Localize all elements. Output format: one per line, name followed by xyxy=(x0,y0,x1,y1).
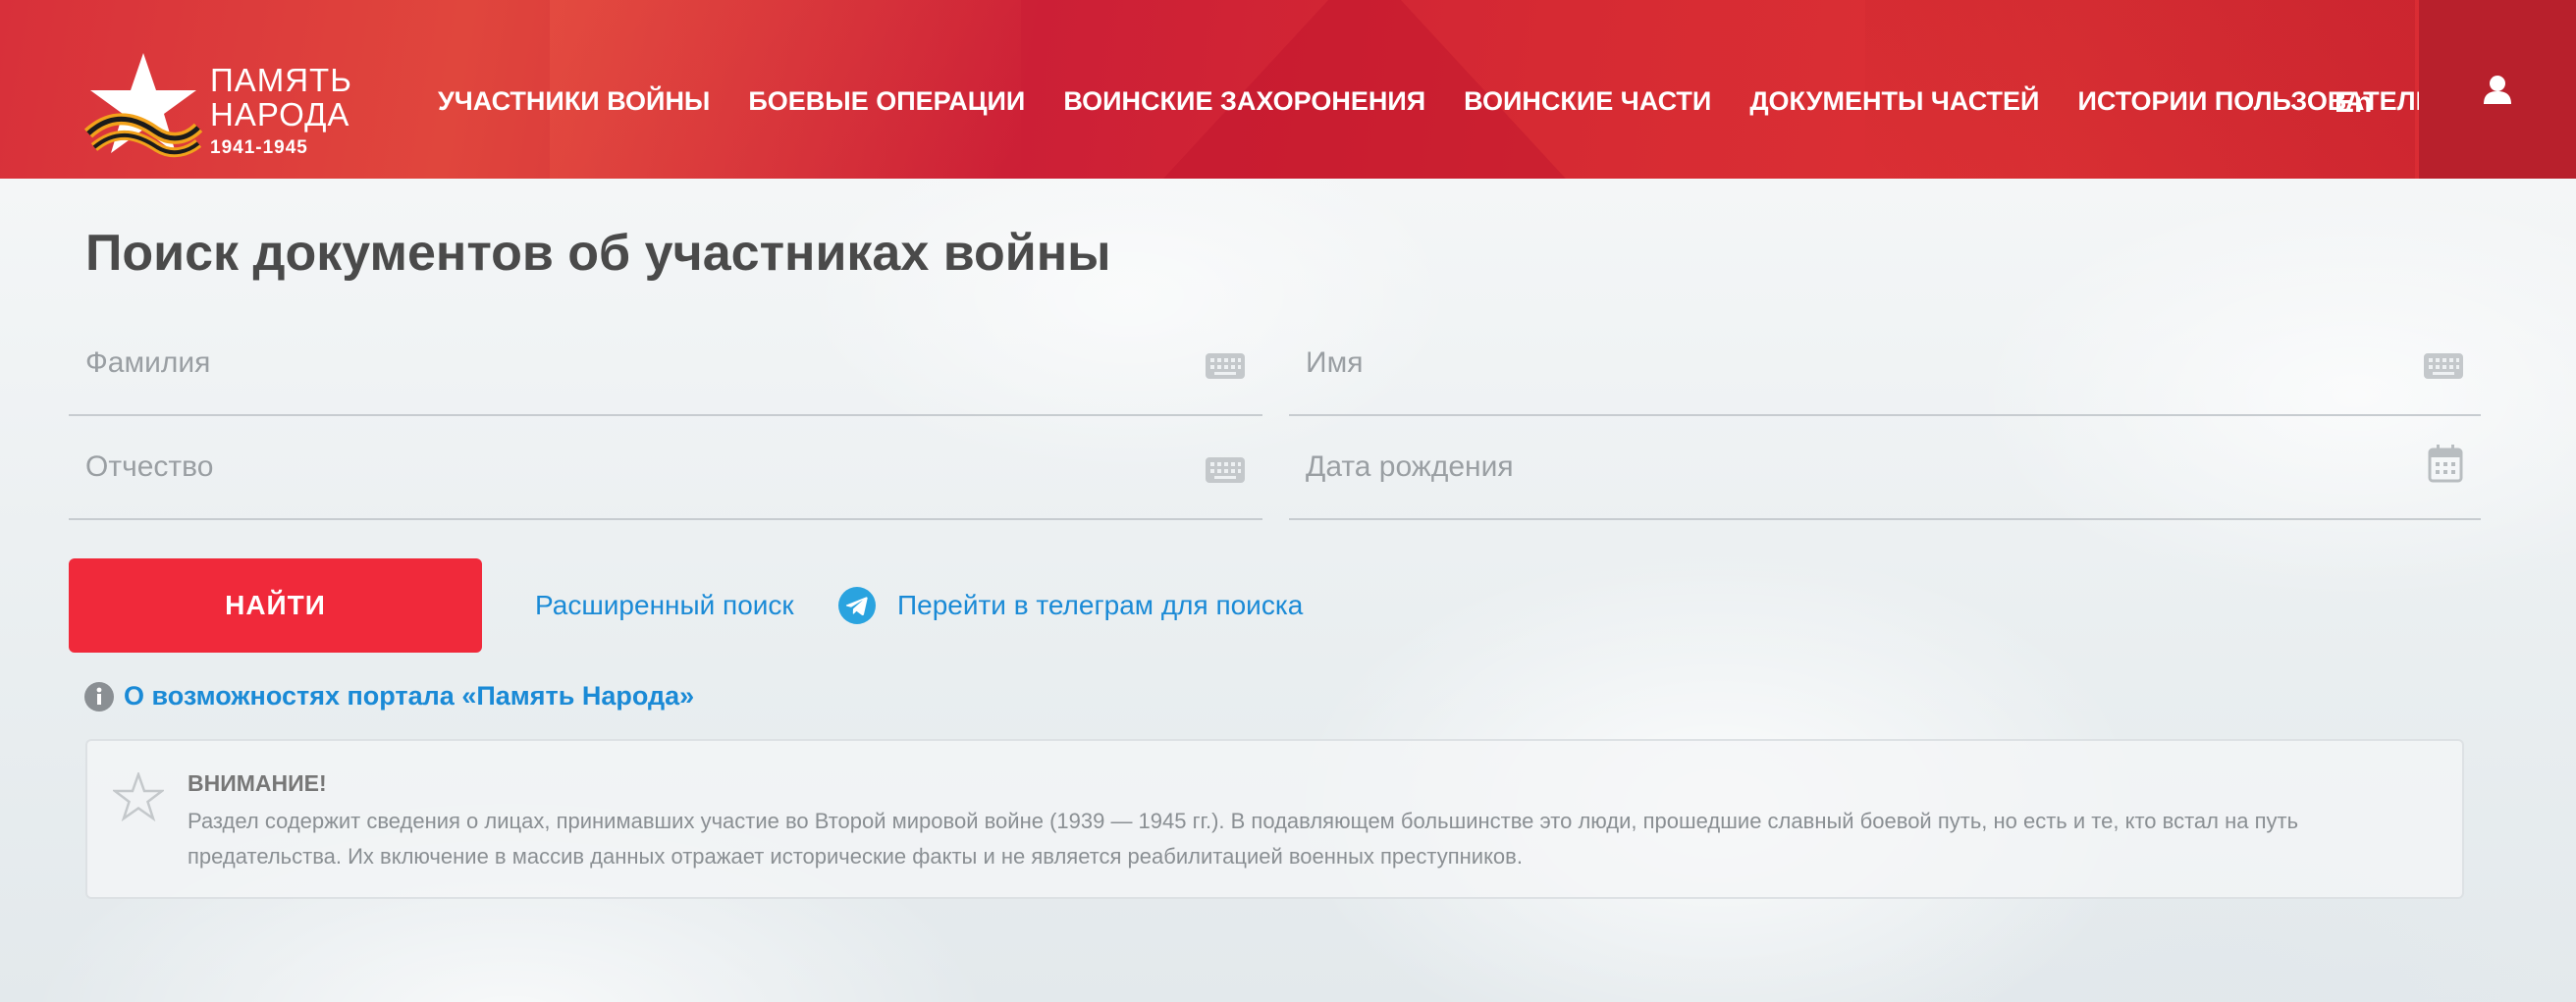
patronymic-input[interactable] xyxy=(69,416,1262,518)
user-icon xyxy=(2484,76,2511,104)
advanced-search-link[interactable]: Расширенный поиск xyxy=(535,590,794,621)
nav-user-stories[interactable]: ИСТОРИИ ПОЛЬЗОВАТЕЛЕЙ xyxy=(2077,86,2452,117)
nav-unit-documents[interactable]: ДОКУМЕНТЫ ЧАСТЕЙ xyxy=(1749,86,2039,117)
nav-combat-operations[interactable]: БОЕВЫЕ ОПЕРАЦИИ xyxy=(748,86,1025,117)
keyboard-icon[interactable] xyxy=(2424,353,2463,379)
portal-info-row: О возможностях портала «Память Народа» xyxy=(84,681,694,712)
logo-text: ПАМЯТЬ НАРОДА 1941-1945 xyxy=(210,63,352,159)
surname-field xyxy=(69,312,1262,416)
name-field xyxy=(1289,312,2481,416)
telegram-icon[interactable] xyxy=(838,587,876,624)
surname-input[interactable] xyxy=(69,312,1262,414)
site-header: ПАМЯТЬ НАРОДА 1941-1945 УЧАСТНИКИ ВОЙНЫ … xyxy=(0,0,2576,179)
main-nav: УЧАСТНИКИ ВОЙНЫ БОЕВЫЕ ОПЕРАЦИИ ВОИНСКИЕ… xyxy=(438,86,2491,117)
logo-line-2: НАРОДА xyxy=(210,96,350,132)
telegram-search-link[interactable]: Перейти в телеграм для поиска xyxy=(897,590,1303,621)
notice-title: ВНИМАНИЕ! xyxy=(188,770,327,796)
info-icon xyxy=(84,681,114,712)
patronymic-field xyxy=(69,416,1262,520)
nav-military-units[interactable]: ВОИНСКИЕ ЧАСТИ xyxy=(1464,86,1711,117)
notice-text: Раздел содержит сведения о лицах, приним… xyxy=(188,809,2299,869)
portal-features-link[interactable]: О возможностях портала «Память Народа» xyxy=(124,681,694,712)
language-switch[interactable]: En xyxy=(2334,86,2372,120)
logo-line-1: ПАМЯТЬ xyxy=(210,62,352,98)
name-input[interactable] xyxy=(1289,312,2481,414)
attention-notice: ВНИМАНИЕ! Раздел содержит сведения о лиц… xyxy=(85,739,2464,899)
star-icon xyxy=(113,772,164,821)
star-ribbon-logo-icon xyxy=(84,53,202,158)
user-account-button[interactable] xyxy=(2419,0,2576,179)
logo-years: 1941-1945 xyxy=(210,137,308,158)
nav-war-participants[interactable]: УЧАСТНИКИ ВОЙНЫ xyxy=(438,86,710,117)
calendar-icon[interactable] xyxy=(2428,444,2463,483)
birthdate-field xyxy=(1289,416,2481,520)
birthdate-input[interactable] xyxy=(1289,416,2481,518)
keyboard-icon[interactable] xyxy=(1206,457,1245,483)
site-logo[interactable]: ПАМЯТЬ НАРОДА 1941-1945 xyxy=(84,49,379,167)
nav-military-burials[interactable]: ВОИНСКИЕ ЗАХОРОНЕНИЯ xyxy=(1063,86,1425,117)
page-title: Поиск документов об участниках войны xyxy=(85,225,1111,282)
keyboard-icon[interactable] xyxy=(1206,353,1245,379)
search-button[interactable]: НАЙТИ xyxy=(69,558,482,653)
